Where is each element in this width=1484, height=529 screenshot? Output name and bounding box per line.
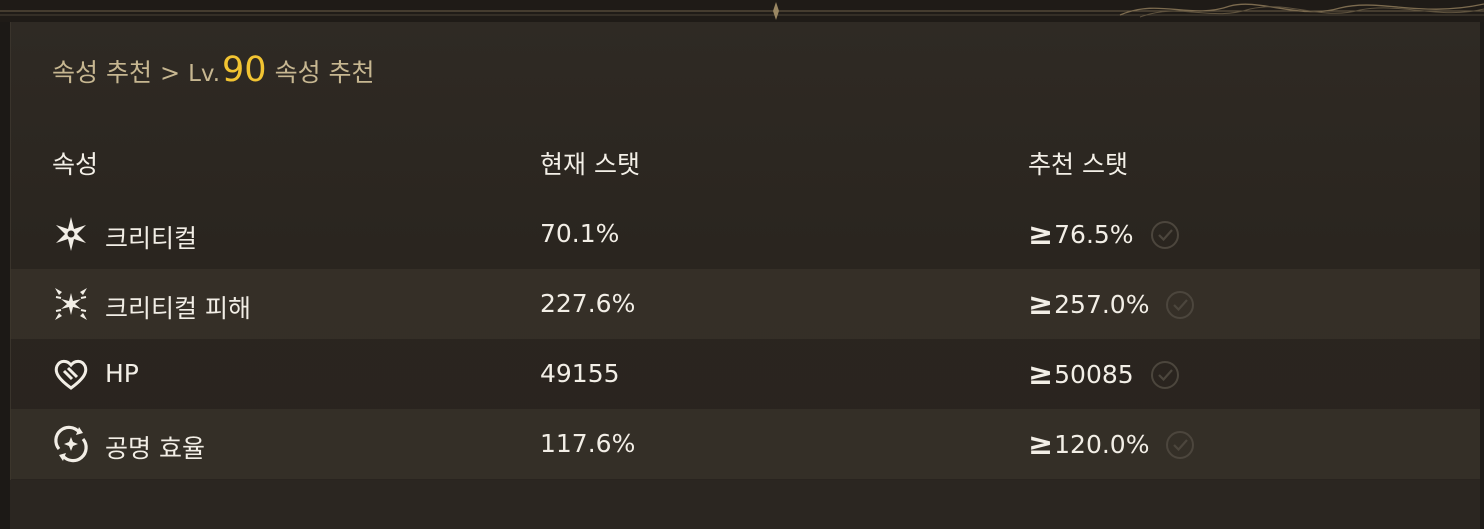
table-row: 크리티컬 70.1% ≥ 76.5% (10, 199, 1480, 269)
table-row: 공명 효율 117.6% ≥ 120.0% (10, 409, 1480, 479)
current-stat-value: 227.6% (540, 289, 636, 318)
greater-equal-symbol: ≥ (1028, 357, 1054, 392)
current-stat-value: 70.1% (540, 219, 620, 248)
table-row: 크리티컬 피해 227.6% ≥ 257.0% (10, 269, 1480, 339)
check-circle-icon (1166, 430, 1195, 459)
recommended-stat: ≥ 76.5% (1028, 217, 1180, 252)
right-frame-edge (1480, 0, 1484, 529)
attribute-name: 공명 효율 (105, 434, 205, 463)
top-ornament-frame (0, 0, 1484, 22)
header-attribute: 속성 (52, 150, 99, 179)
panel-footer-area (10, 480, 1480, 529)
attribute-name: HP (105, 359, 139, 388)
breadcrumb-separator: > (159, 59, 181, 87)
hp-heart-icon (54, 359, 88, 390)
attribute-name: 크리티컬 (105, 224, 198, 253)
current-stat-value: 49155 (540, 359, 620, 388)
crit-rate-icon (56, 217, 86, 251)
level-number: 90 (222, 50, 267, 90)
recommended-stat: ≥ 120.0% (1028, 427, 1195, 462)
attribute-name: 크리티컬 피해 (105, 294, 251, 323)
crit-damage-icon (55, 288, 87, 320)
table-row: HP 49155 ≥ 50085 (10, 339, 1480, 409)
breadcrumb-attribute-recommend[interactable]: 속성 추천 (52, 53, 152, 89)
energy-recharge-icon (54, 425, 88, 463)
recommended-stat-value: 76.5% (1054, 220, 1134, 249)
recommended-stat: ≥ 257.0% (1028, 287, 1195, 322)
check-circle-icon (1150, 220, 1179, 249)
table-header: 속성 현재 스탯 추천 스탯 (10, 130, 1480, 194)
header-recommended-stat: 추천 스탯 (1028, 150, 1128, 179)
check-circle-icon (1150, 360, 1179, 389)
check-circle-icon (1166, 290, 1195, 319)
greater-equal-symbol: ≥ (1028, 287, 1054, 322)
greater-equal-symbol: ≥ (1028, 217, 1054, 252)
breadcrumb-current-page: 속성 추천 (274, 58, 375, 87)
breadcrumb: 속성 추천 > Lv. 90 속성 추천 (52, 50, 375, 90)
recommended-stat-value: 50085 (1054, 360, 1134, 389)
recommended-stat: ≥ 50085 (1028, 357, 1180, 392)
greater-equal-symbol: ≥ (1028, 427, 1054, 462)
current-stat-value: 117.6% (540, 429, 636, 458)
level-prefix: Lv. (188, 61, 221, 87)
recommended-stat-value: 120.0% (1054, 430, 1150, 459)
header-current-stat: 현재 스탯 (540, 150, 640, 179)
recommended-stat-value: 257.0% (1054, 290, 1150, 319)
